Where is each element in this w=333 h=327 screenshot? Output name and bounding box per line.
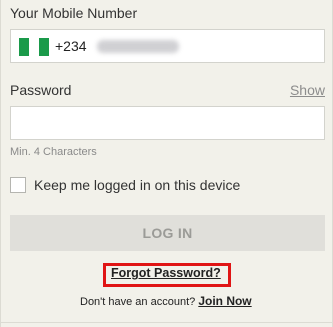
keep-logged-in-label[interactable]: Keep me logged in on this device xyxy=(34,177,240,193)
login-button[interactable]: LOG IN xyxy=(10,215,325,251)
dial-code: +234 xyxy=(55,38,87,54)
password-hint: Min. 4 Characters xyxy=(10,146,97,158)
nigeria-flag-icon[interactable] xyxy=(19,38,49,56)
password-label: Password xyxy=(10,82,72,98)
left-border xyxy=(0,0,1,327)
password-field[interactable] xyxy=(10,106,325,140)
mobile-number-field[interactable]: +234 xyxy=(10,29,325,63)
signup-prompt-row: Don't have an account? Join Now xyxy=(80,294,252,308)
keep-logged-in-checkbox[interactable] xyxy=(10,177,26,193)
mobile-number-label: Your Mobile Number xyxy=(10,5,138,21)
bottom-divider xyxy=(0,322,333,323)
show-password-link[interactable]: Show xyxy=(290,82,325,98)
signup-prompt: Don't have an account? xyxy=(80,296,196,308)
join-now-link[interactable]: Join Now xyxy=(198,294,251,308)
forgot-password-link[interactable]: Forgot Password? xyxy=(111,266,221,280)
phone-number-redacted xyxy=(97,40,179,53)
